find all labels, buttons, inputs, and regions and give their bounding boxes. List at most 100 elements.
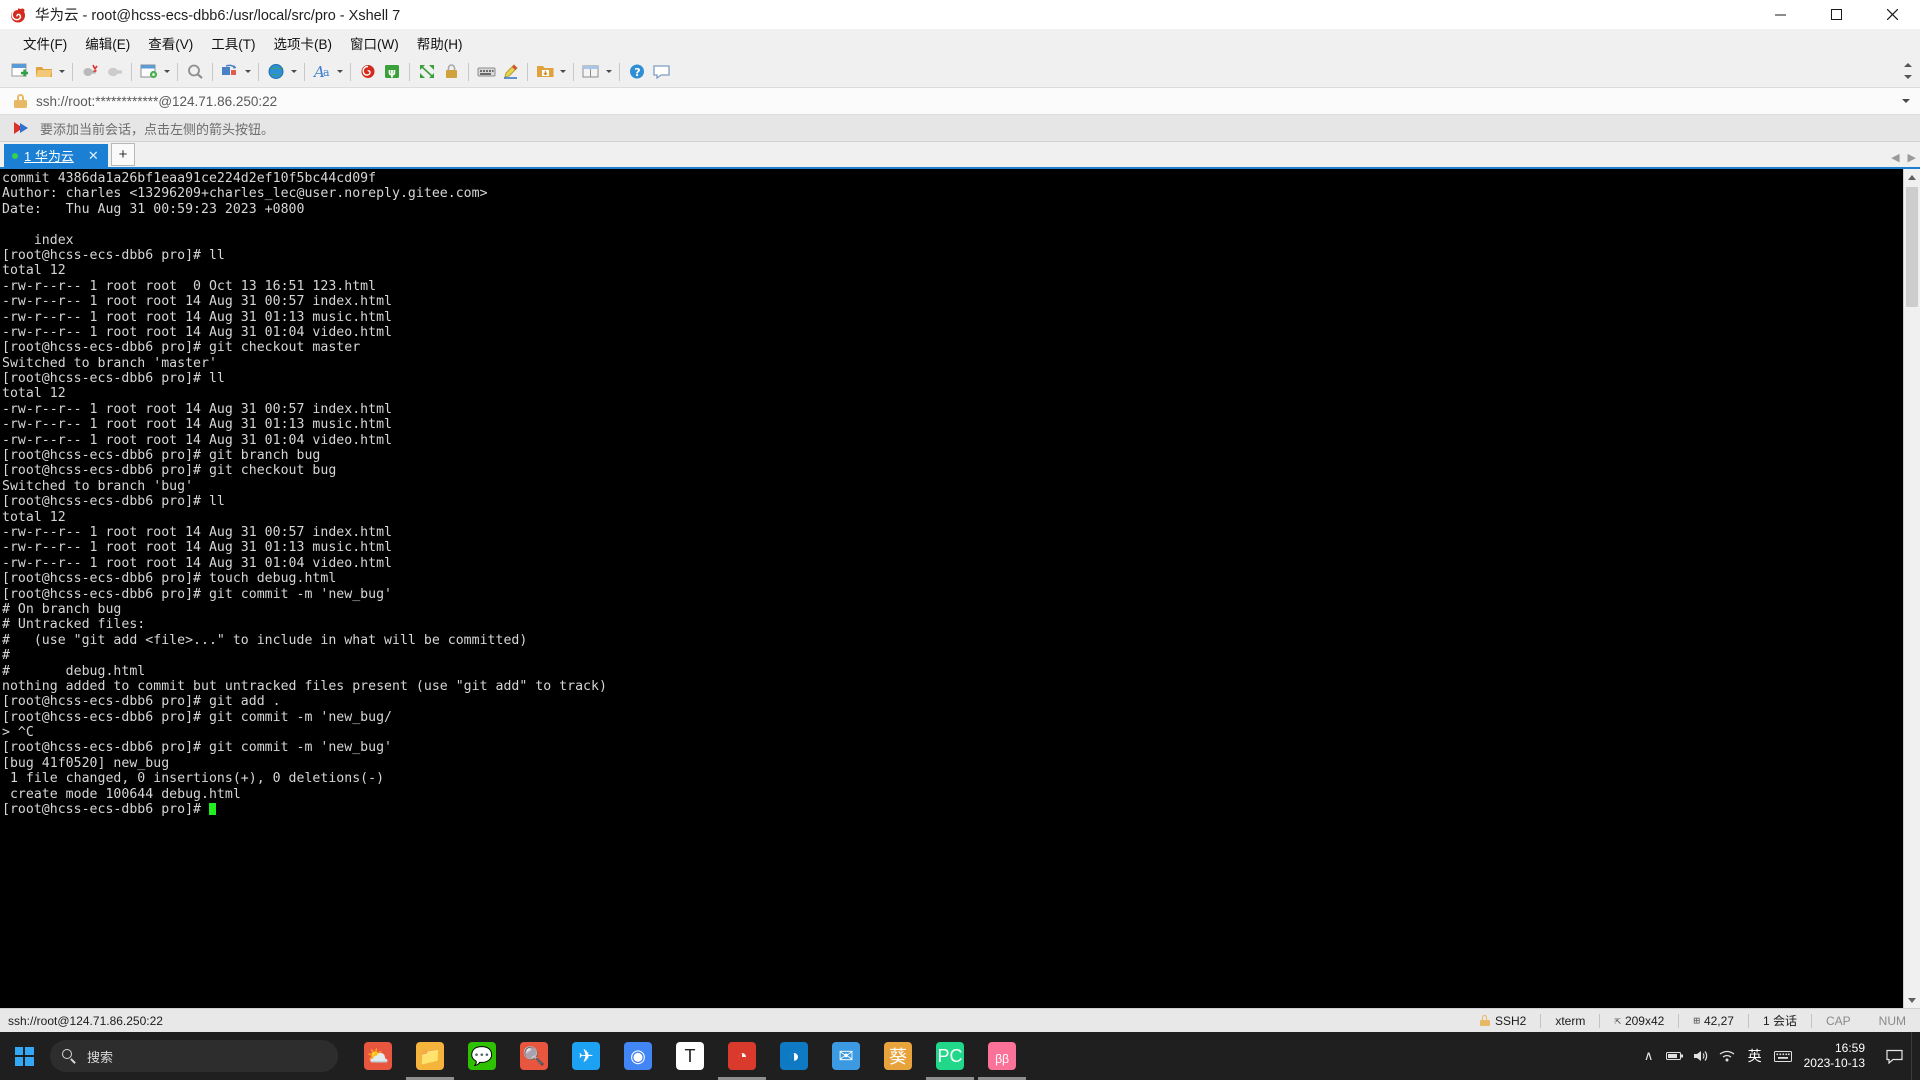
- terminal-line: 1 file changed, 0 insertions(+), 0 delet…: [2, 771, 385, 787]
- menu-file[interactable]: 文件(F): [14, 30, 76, 57]
- new-tab-button[interactable]: +: [111, 143, 135, 166]
- tray-network-icon[interactable]: [1714, 1032, 1740, 1080]
- fullscreen-icon[interactable]: [415, 60, 439, 83]
- status-protocol: SSH2: [1494, 1013, 1527, 1028]
- highlight-icon[interactable]: [498, 60, 522, 83]
- svg-text:a: a: [323, 66, 330, 79]
- clock-time: 16:59: [1834, 1041, 1865, 1055]
- chevron-down-icon[interactable]: [1902, 88, 1910, 114]
- status-cursor-pos: 42,27: [1703, 1013, 1734, 1028]
- windows-taskbar: 搜索 ⛅ 📁 💬 🔍 ✈ ◉ T ◔ ◑ ✉ 葵 PC ᵦᵦ ∧ 英 16:59 2023-10-13: [0, 1032, 1920, 1080]
- taskbar-app-xshell[interactable]: ◔: [718, 1032, 766, 1080]
- terminal-output[interactable]: commit 4386da1a26bf1eaa91ce224d2ef10f5bc…: [0, 169, 1903, 1008]
- taskbar-app-weather[interactable]: ⛅: [354, 1032, 402, 1080]
- taskbar-app-typora-icon: T: [676, 1042, 704, 1070]
- taskbar-app-kui[interactable]: 葵: [874, 1032, 922, 1080]
- tray-volume-icon[interactable]: [1688, 1032, 1714, 1080]
- scroll-down-icon[interactable]: [1904, 992, 1920, 1008]
- globe-icon[interactable]: [264, 60, 288, 83]
- feedback-icon[interactable]: [649, 60, 673, 83]
- open-session-dropdown-icon[interactable]: [56, 60, 67, 83]
- scrollbar-thumb[interactable]: [1906, 187, 1918, 307]
- font-dropdown-icon[interactable]: [334, 60, 345, 83]
- taskbar-app-twitter[interactable]: ✈: [562, 1032, 610, 1080]
- taskbar-app-pycharm[interactable]: PC: [926, 1032, 974, 1080]
- close-button[interactable]: [1864, 0, 1920, 29]
- taskbar-app-edge[interactable]: ◑: [770, 1032, 818, 1080]
- folder-save-icon[interactable]: [533, 60, 557, 83]
- terminal-line: # debug.html: [2, 663, 146, 679]
- menu-help[interactable]: 帮助(H): [408, 30, 472, 57]
- tray-battery-icon[interactable]: [1662, 1032, 1688, 1080]
- menu-view[interactable]: 查看(V): [139, 30, 202, 57]
- find-icon[interactable]: [183, 60, 207, 83]
- taskbar-app-search-everything[interactable]: 🔍: [510, 1032, 558, 1080]
- layout-dropdown-icon[interactable]: [603, 60, 614, 83]
- open-session-icon[interactable]: [32, 60, 56, 83]
- transfer-file-icon[interactable]: [218, 60, 242, 83]
- address-input[interactable]: ssh://root:************@124.71.86.250:22: [36, 94, 277, 109]
- lock-screen-icon[interactable]: [439, 60, 463, 83]
- terminal-line: [root@hcss-ecs-dbb6 pro]# git commit -m …: [2, 586, 393, 602]
- new-session-icon[interactable]: [8, 60, 32, 83]
- toolbar-separator: [619, 62, 620, 81]
- minimize-button[interactable]: [1752, 0, 1808, 29]
- svg-text:?: ?: [634, 66, 640, 79]
- terminal-line: -rw-r--r-- 1 root root 14 Aug 31 01:04 v…: [2, 555, 393, 571]
- scroll-up-icon[interactable]: [1904, 169, 1920, 185]
- menu-tab[interactable]: 选项卡(B): [265, 30, 342, 57]
- xshell-icon[interactable]: [356, 60, 380, 83]
- menu-tools[interactable]: 工具(T): [202, 30, 264, 57]
- maximize-button[interactable]: [1808, 0, 1864, 29]
- disconnect-icon[interactable]: [78, 60, 102, 83]
- tray-ime-icon[interactable]: 英: [1740, 1032, 1770, 1080]
- keyboard-icon[interactable]: [474, 60, 498, 83]
- terminal-line: > ^C: [2, 725, 34, 741]
- tab-huaweicloud[interactable]: 1 华为云 ✕: [4, 144, 108, 167]
- transfer-file-dropdown-icon[interactable]: [242, 60, 253, 83]
- taskbar-app-wechat[interactable]: 💬: [458, 1032, 506, 1080]
- taskbar-app-kui-icon: 葵: [884, 1042, 912, 1070]
- notification-center-icon[interactable]: [1877, 1032, 1911, 1080]
- taskbar-clock[interactable]: 16:59 2023-10-13: [1796, 1032, 1877, 1080]
- connect-icon[interactable]: [102, 60, 126, 83]
- toolbar-overflow-chevrons[interactable]: [1902, 59, 1914, 83]
- tab-status-indicator: [12, 152, 18, 159]
- taskbar-app-mail[interactable]: ✉: [822, 1032, 870, 1080]
- taskbar-search-box[interactable]: 搜索: [50, 1040, 338, 1072]
- terminal-line: [root@hcss-ecs-dbb6 pro]# ll: [2, 494, 225, 510]
- taskbar-app-pycharm-icon: PC: [936, 1042, 964, 1070]
- folder-save-dropdown-icon[interactable]: [557, 60, 568, 83]
- layout-icon[interactable]: [579, 60, 603, 83]
- tray-expand-chevron-icon[interactable]: ∧: [1636, 1032, 1662, 1080]
- taskbar-app-twitter-icon: ✈: [572, 1042, 600, 1070]
- tray-keyboard-icon[interactable]: [1770, 1032, 1796, 1080]
- xshell-logo-icon: [9, 6, 27, 24]
- start-button[interactable]: [0, 1032, 48, 1080]
- taskbar-app-bilibili[interactable]: ᵦᵦ: [978, 1032, 1026, 1080]
- font-icon[interactable]: A a: [310, 60, 334, 83]
- toolbar-separator: [350, 62, 351, 81]
- terminal-line: #: [2, 648, 10, 664]
- session-manager-icon[interactable]: [137, 60, 161, 83]
- taskbar-app-file-explorer[interactable]: 📁: [406, 1032, 454, 1080]
- status-protocol-cell: SSH2: [1466, 1009, 1540, 1032]
- tab-scroll-right-icon[interactable]: ▶: [1908, 151, 1916, 164]
- show-desktop-button[interactable]: [1911, 1032, 1920, 1080]
- xftp-icon[interactable]: ψ: [380, 60, 404, 83]
- globe-dropdown-icon[interactable]: [288, 60, 299, 83]
- terminal-line: [root@hcss-ecs-dbb6 pro]# touch debug.ht…: [2, 571, 337, 587]
- menu-window[interactable]: 窗口(W): [341, 30, 408, 57]
- address-bar[interactable]: ssh://root:************@124.71.86.250:22: [0, 87, 1920, 115]
- tab-close-icon[interactable]: ✕: [84, 148, 103, 164]
- taskbar-app-chrome[interactable]: ◉: [614, 1032, 662, 1080]
- toolbar-separator: [212, 62, 213, 81]
- session-manager-dropdown-icon[interactable]: [161, 60, 172, 83]
- terminal-scrollbar[interactable]: [1903, 169, 1920, 1008]
- menu-edit[interactable]: 编辑(E): [76, 30, 139, 57]
- taskbar-app-typora[interactable]: T: [666, 1032, 714, 1080]
- terminal-line: -rw-r--r-- 1 root root 14 Aug 31 00:57 i…: [2, 524, 393, 540]
- terminal-prompt: [root@hcss-ecs-dbb6 pro]#: [2, 802, 209, 818]
- tab-scroll-left-icon[interactable]: ◀: [1891, 151, 1899, 164]
- help-icon[interactable]: ?: [625, 60, 649, 83]
